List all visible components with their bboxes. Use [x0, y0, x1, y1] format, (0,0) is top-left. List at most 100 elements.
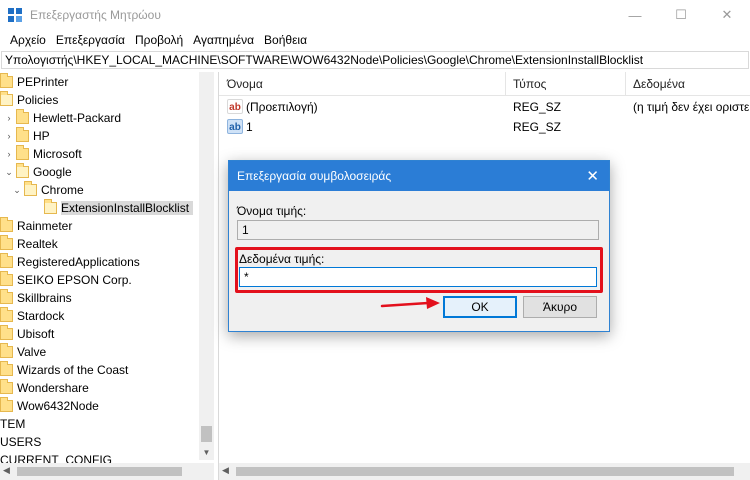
- folder-open-icon: [24, 181, 37, 196]
- tree-item-label: Wow6432Node: [17, 399, 99, 413]
- folder-icon: [16, 109, 29, 124]
- folder-icon: [0, 73, 13, 88]
- dialog-title: Επεξεργασία συμβολοσειράς: [237, 169, 392, 183]
- scroll-down-arrow-icon[interactable]: ▼: [199, 445, 214, 460]
- column-header-data[interactable]: Δεδομένα: [633, 77, 685, 91]
- tree-item-chrome[interactable]: ⌄ Chrome: [12, 181, 84, 199]
- scrollbar-thumb[interactable]: [17, 467, 182, 476]
- tree-item-rainmeter[interactable]: Rainmeter: [0, 217, 72, 235]
- menu-edit[interactable]: Επεξεργασία: [51, 33, 130, 47]
- column-header-type[interactable]: Τύπος: [513, 77, 546, 91]
- list-horizontal-scrollbar[interactable]: ◀: [219, 463, 750, 480]
- string-value-icon: ab: [227, 119, 243, 134]
- folder-icon: [0, 361, 13, 376]
- tree-item-realtek[interactable]: Realtek: [0, 235, 58, 253]
- tree-item-microsoft[interactable]: › Microsoft: [4, 145, 82, 163]
- window-title: Επεξεργαστής Μητρώου: [30, 8, 161, 22]
- maximize-button[interactable]: ☐: [658, 0, 704, 30]
- menu-bar: Αρχείο Επεξεργασία Προβολή Αγαπημένα Βοή…: [0, 30, 750, 50]
- close-button[interactable]: ✕: [704, 0, 750, 30]
- scroll-left-arrow-icon[interactable]: ◀: [3, 465, 10, 476]
- cancel-button[interactable]: Άκυρο: [523, 296, 597, 318]
- tree-item-label: Skillbrains: [17, 291, 72, 305]
- menu-favorites[interactable]: Αγαπημένα: [188, 33, 259, 47]
- scrollbar-thumb[interactable]: [201, 426, 212, 442]
- table-row[interactable]: ab (Προεπιλογή) REG_SZ (η τιμή δεν έχει …: [219, 97, 750, 117]
- value-data: (η τιμή δεν έχει οριστεί): [633, 100, 750, 114]
- tree-item-label: Policies: [17, 93, 59, 107]
- chevron-right-icon[interactable]: ›: [4, 149, 14, 159]
- value-name-field[interactable]: 1: [237, 220, 599, 240]
- column-divider[interactable]: [625, 72, 626, 96]
- tree-item-label: SEIKO EPSON Corp.: [17, 273, 132, 287]
- list-header: Όνομα Τύπος Δεδομένα: [219, 72, 750, 96]
- red-arrow-icon: [380, 297, 440, 309]
- scroll-left-arrow-icon[interactable]: ◀: [222, 465, 229, 476]
- folder-icon: [0, 271, 13, 286]
- tree-item-label: Valve: [17, 345, 47, 359]
- menu-file[interactable]: Αρχείο: [5, 33, 51, 47]
- folder-icon: [0, 325, 13, 340]
- tree-item-stardock[interactable]: Stardock: [0, 307, 64, 325]
- column-divider[interactable]: [505, 72, 506, 96]
- tree-item-seiko-epson[interactable]: SEIKO EPSON Corp.: [0, 271, 132, 289]
- ok-button[interactable]: OK: [443, 296, 517, 318]
- menu-help[interactable]: Βοήθεια: [259, 33, 312, 47]
- chevron-down-icon[interactable]: ⌄: [12, 185, 22, 196]
- scrollbar-thumb[interactable]: [236, 467, 734, 476]
- minimize-button[interactable]: —: [612, 0, 658, 30]
- table-row[interactable]: ab 1 REG_SZ: [219, 117, 750, 137]
- string-value-icon: ab: [227, 99, 243, 114]
- tree-item-peprinter[interactable]: PEPrinter: [0, 73, 68, 91]
- tree-item-registeredapplications[interactable]: RegisteredApplications: [0, 253, 140, 271]
- folder-icon: [0, 379, 13, 394]
- tree-item-label: USERS: [0, 435, 42, 449]
- folder-icon: [0, 235, 13, 250]
- address-bar[interactable]: Υπολογιστής\HKEY_LOCAL_MACHINE\SOFTWARE\…: [1, 51, 749, 69]
- folder-icon: [0, 217, 13, 232]
- column-header-name[interactable]: Όνομα: [227, 77, 263, 91]
- tree-item-hewlett-packard[interactable]: › Hewlett-Packard: [4, 109, 121, 127]
- tree-item-hp[interactable]: › HP: [4, 127, 50, 145]
- tree-item-skillbrains[interactable]: Skillbrains: [0, 289, 72, 307]
- folder-open-icon: [0, 91, 13, 106]
- chevron-right-icon[interactable]: ›: [4, 113, 14, 123]
- tree-item-label: Microsoft: [33, 147, 82, 161]
- tree-item-label: HP: [33, 129, 50, 143]
- tree-item-label: Hewlett-Packard: [33, 111, 122, 125]
- tree-item-label: ExtensionInstallBlocklist: [61, 201, 194, 215]
- tree-item-extensioninstallblocklist[interactable]: ExtensionInstallBlocklist: [44, 199, 194, 217]
- tree-item-valve[interactable]: Valve: [0, 343, 46, 361]
- value-name-label: Όνομα τιμής:: [237, 204, 307, 218]
- value-type: REG_SZ: [513, 100, 562, 114]
- tree-vertical-scrollbar[interactable]: ▼: [199, 72, 214, 460]
- value-type: REG_SZ: [513, 120, 562, 134]
- tree-item-ubisoft[interactable]: Ubisoft: [0, 325, 54, 343]
- folder-icon: [0, 289, 13, 304]
- tree-item-label: Rainmeter: [17, 219, 73, 233]
- registry-editor-icon: [8, 8, 22, 22]
- value-data-input[interactable]: *: [239, 267, 597, 287]
- close-icon[interactable]: ✕: [586, 167, 599, 185]
- folder-icon: [16, 127, 29, 142]
- chevron-down-icon[interactable]: ⌄: [4, 167, 14, 178]
- chevron-right-icon[interactable]: ›: [4, 131, 14, 141]
- tree-item-label: Stardock: [17, 309, 65, 323]
- folder-icon: [0, 343, 13, 358]
- menu-view[interactable]: Προβολή: [130, 33, 188, 47]
- folder-open-icon: [44, 199, 57, 214]
- tree-item-system[interactable]: TEM: [0, 415, 25, 433]
- tree-item-label: Ubisoft: [17, 327, 55, 341]
- tree-item-users[interactable]: USERS: [0, 433, 41, 451]
- tree-item-policies[interactable]: Policies: [0, 91, 58, 109]
- tree-item-wow6432node[interactable]: Wow6432Node: [0, 397, 99, 415]
- value-name: 1: [246, 120, 253, 134]
- tree-horizontal-scrollbar[interactable]: ◀: [0, 463, 214, 480]
- tree-item-wizards-of-the-coast[interactable]: Wizards of the Coast: [0, 361, 128, 379]
- tree-item-label: Wizards of the Coast: [17, 363, 129, 377]
- folder-icon: [0, 307, 13, 322]
- tree-item-wondershare[interactable]: Wondershare: [0, 379, 89, 397]
- tree-item-google[interactable]: ⌄ Google: [4, 163, 72, 181]
- tree-item-label: Chrome: [41, 183, 84, 197]
- tree-item-label: RegisteredApplications: [17, 255, 140, 269]
